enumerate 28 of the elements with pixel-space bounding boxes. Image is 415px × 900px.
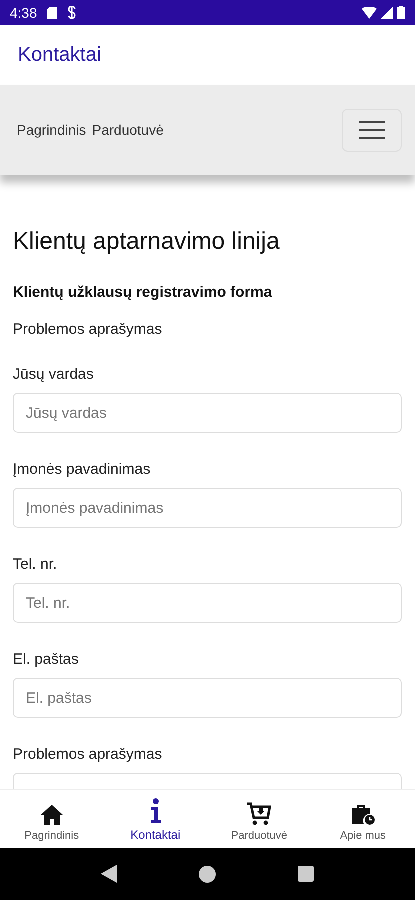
form-title: Klientų užklausų registravimo forma — [13, 284, 274, 301]
field-label: Problemos aprašymas — [13, 746, 162, 763]
field-label: Įmonės pavadinimas — [13, 461, 151, 478]
nav-link[interactable]: Parduotuvė — [92, 122, 164, 138]
back-icon[interactable] — [101, 865, 117, 883]
input-field[interactable]: Tel. nr. — [13, 583, 402, 623]
cart-icon — [246, 802, 272, 826]
menu-button[interactable] — [342, 108, 402, 152]
status-time: 4:38 — [10, 4, 38, 20]
signal-icon — [381, 6, 393, 18]
field-label: Tel. nr. — [13, 556, 58, 573]
input-field[interactable]: Įmonės pavadinimas — [13, 488, 402, 528]
home-button-icon[interactable] — [199, 866, 216, 882]
field-label: Jūsų vardas — [13, 366, 94, 383]
app-title: Kontaktai — [18, 44, 102, 66]
input-field[interactable]: El. paštas — [13, 678, 402, 718]
menu-icon — [359, 120, 385, 140]
sd-card-icon — [47, 6, 58, 18]
wifi-icon — [362, 6, 377, 18]
nav-link[interactable]: Pagrindinis — [17, 122, 86, 138]
section-title: Problemos aprašymas — [13, 321, 164, 338]
home-icon — [40, 804, 64, 826]
info-icon — [150, 798, 162, 824]
briefcase-clock-icon — [350, 804, 376, 826]
input-field[interactable]: Jūsų vardas — [13, 393, 402, 433]
battery-icon — [397, 6, 405, 19]
field-label: El. paštas — [13, 651, 79, 668]
page-heading: Klientų aptarnavimo linija — [13, 228, 281, 256]
